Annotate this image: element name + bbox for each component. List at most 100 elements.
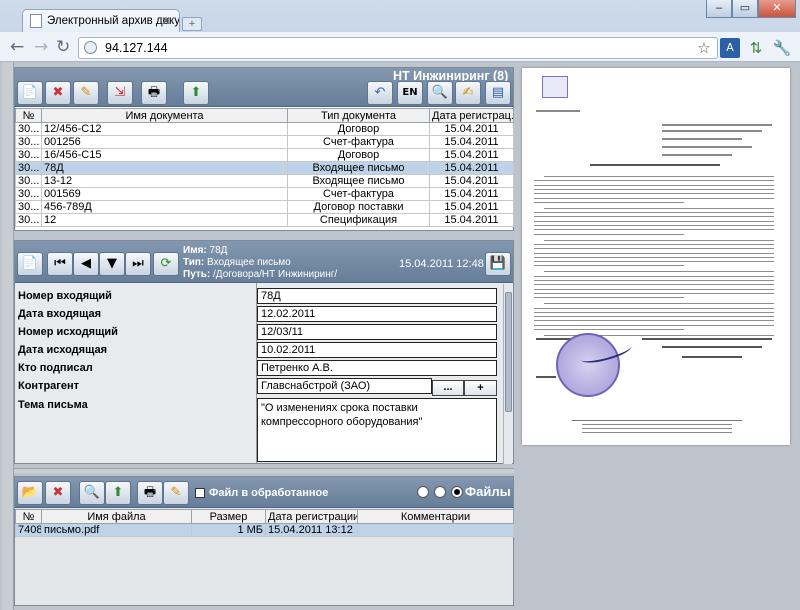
document-row[interactable]: 30... 12/456-С12 Договор 15.04.2011 xyxy=(15,122,514,136)
translate-icon[interactable]: A xyxy=(720,38,740,58)
file-column-header[interactable]: Дата регистрации xyxy=(265,509,358,524)
doc-column-header[interactable]: Тип документа xyxy=(287,108,430,123)
folder-icon: 📂 xyxy=(21,485,39,500)
radio-option-1[interactable] xyxy=(417,486,429,498)
close-window-button[interactable]: ✕ xyxy=(758,0,796,18)
document-row[interactable]: 30... 456-789Д Договор поставки 15.04.2011 xyxy=(15,200,514,214)
doc-column-header[interactable]: Дата регистрац... xyxy=(429,108,514,123)
maximize-button[interactable]: ▭ xyxy=(732,0,758,18)
tab-close-icon[interactable]: ✕ xyxy=(161,14,171,28)
language-button[interactable]: EN xyxy=(397,81,423,105)
edit-document-button[interactable]: ✎ xyxy=(73,81,99,105)
document-row[interactable]: 30... 16/456-С15 Договор 15.04.2011 xyxy=(15,148,514,162)
delete-icon: ✖ xyxy=(52,485,64,500)
doc-column-header[interactable]: № xyxy=(15,108,42,123)
prev-icon: ◀ xyxy=(81,256,91,271)
subject-textarea[interactable]: "О изменениях срока поставки компрессорн… xyxy=(257,398,497,462)
scan-button[interactable]: 🖶 xyxy=(141,81,167,105)
back-icon[interactable]: ← xyxy=(10,37,24,57)
minimize-button[interactable]: – xyxy=(706,0,732,18)
processed-checkbox[interactable] xyxy=(195,488,205,498)
file-column-header[interactable]: № xyxy=(15,509,42,524)
file-column-header[interactable]: Имя файла xyxy=(41,509,192,524)
counterparty-add-button[interactable]: + xyxy=(464,380,497,396)
view-file-button[interactable]: 🔍 xyxy=(79,481,105,505)
card-field-row: Кто подписал Петренко А.В. xyxy=(16,359,512,377)
wrench-icon[interactable]: 🔧 xyxy=(772,38,792,58)
card-field-input[interactable]: 78Д xyxy=(257,288,497,304)
document-cell-name: 13-12 xyxy=(41,174,288,188)
star-icon[interactable]: ☆ xyxy=(694,38,714,58)
edit-file-button[interactable]: ✎ xyxy=(163,481,189,505)
card-field-input[interactable]: 10.02.2011 xyxy=(257,342,497,358)
path-value: /Договора/НТ Инжиниринг/ xyxy=(213,269,338,280)
type-value: Входящее письмо xyxy=(207,257,291,268)
doc-column-header[interactable]: Имя документа xyxy=(41,108,288,123)
first-record-button[interactable]: ⏮ xyxy=(47,252,73,276)
prev-record-button[interactable]: ◀ xyxy=(73,252,99,276)
window-button[interactable]: ▤ xyxy=(485,81,511,105)
card-new-button[interactable]: 📄 xyxy=(17,252,43,276)
forward-icon[interactable]: → xyxy=(34,37,48,57)
stamp-seal xyxy=(556,333,620,397)
move-document-button[interactable]: ⇲ xyxy=(107,81,133,105)
extension-icon[interactable]: ⇅ xyxy=(746,38,766,58)
delete-file-button[interactable]: ✖ xyxy=(45,481,71,505)
files-label: Файлы xyxy=(465,484,511,499)
new-document-button[interactable]: 📄 xyxy=(17,81,43,105)
document-cell-date: 15.04.2011 xyxy=(429,200,514,214)
document-row[interactable]: 30... 001256 Счет-фактура 15.04.2011 xyxy=(15,135,514,149)
next-icon: ▼ xyxy=(107,256,117,271)
undo-button[interactable]: ↶ xyxy=(367,81,393,105)
path-label: Путь: xyxy=(183,269,211,280)
report-button[interactable]: ✍ xyxy=(455,81,481,105)
scan-file-button[interactable]: 🖶 xyxy=(137,481,163,505)
files-table: № Имя файла Размер Дата регистрации Коммента… xyxy=(15,509,514,537)
card-field-label: Кто подписал xyxy=(18,362,93,374)
document-cell-type: Входящее письмо xyxy=(287,161,430,175)
card-field-row: Дата входящая 12.02.2011 xyxy=(16,305,512,323)
document-row[interactable]: 30... 13-12 Входящее письмо 15.04.2011 xyxy=(15,174,514,188)
file-column-header[interactable]: Размер xyxy=(191,509,266,524)
move-icon: ⇲ xyxy=(114,85,126,100)
address-bar[interactable]: 94.127.144 xyxy=(78,37,718,59)
reload-icon[interactable]: ↻ xyxy=(56,37,70,57)
document-cell-name: 001256 xyxy=(41,135,288,149)
file-row[interactable]: 7408 письмо.pdf 1 МБ 15.04.2011 13:12 xyxy=(15,523,514,537)
card-field-input[interactable]: Петренко А.В. xyxy=(257,360,497,376)
search-button[interactable]: 🔍 xyxy=(427,81,453,105)
document-cell-date: 15.04.2011 xyxy=(429,213,514,227)
document-row[interactable]: 30... 12 Спецификация 15.04.2011 xyxy=(15,213,514,227)
save-card-button[interactable]: 💾 xyxy=(485,252,511,276)
last-record-button[interactable]: ⏭ xyxy=(125,252,151,276)
card-field-input[interactable]: 12.02.2011 xyxy=(257,306,497,322)
document-cell-type: Входящее письмо xyxy=(287,174,430,188)
upload-file-button[interactable]: ⬆ xyxy=(105,481,131,505)
document-cell-name: 12/456-С12 xyxy=(41,122,288,136)
pane-splitter[interactable] xyxy=(14,468,514,473)
radio-files[interactable] xyxy=(451,486,463,498)
document-cell-type: Договор xyxy=(287,148,430,162)
upload-button[interactable]: ⬆ xyxy=(183,81,209,105)
card-field-input[interactable]: 12/03/11 xyxy=(257,324,497,340)
refresh-card-button[interactable]: ⟳ xyxy=(153,252,179,276)
card-field-row: Номер исходящий 12/03/11 xyxy=(16,323,512,341)
new-document-icon: 📄 xyxy=(21,85,39,100)
delete-document-button[interactable]: ✖ xyxy=(45,81,71,105)
browser-tab[interactable]: Электронный архив доку... xyxy=(22,9,180,33)
add-file-button[interactable]: 📂 xyxy=(17,481,43,505)
document-cell-date: 15.04.2011 xyxy=(429,148,514,162)
file-column-header[interactable]: Комментарии xyxy=(357,509,514,524)
document-row[interactable]: 30... 78Д Входящее письмо 15.04.2011 xyxy=(15,161,514,175)
document-preview[interactable] xyxy=(522,68,790,445)
card-field-input[interactable]: Главснабстрой (ЗАО) xyxy=(257,378,432,394)
document-row[interactable]: 30... 001569 Счет-фактура 15.04.2011 xyxy=(15,187,514,201)
collapsed-side-panel[interactable] xyxy=(2,62,14,610)
new-tab-button[interactable]: + xyxy=(182,17,202,31)
radio-option-2[interactable] xyxy=(434,486,446,498)
last-icon: ⏭ xyxy=(132,256,144,271)
search-icon: 🔍 xyxy=(431,85,449,100)
counterparty-browse-button[interactable]: ... xyxy=(432,380,464,396)
next-record-button[interactable]: ▼ xyxy=(99,252,125,276)
document-cell-type: Договор поставки xyxy=(287,200,430,214)
